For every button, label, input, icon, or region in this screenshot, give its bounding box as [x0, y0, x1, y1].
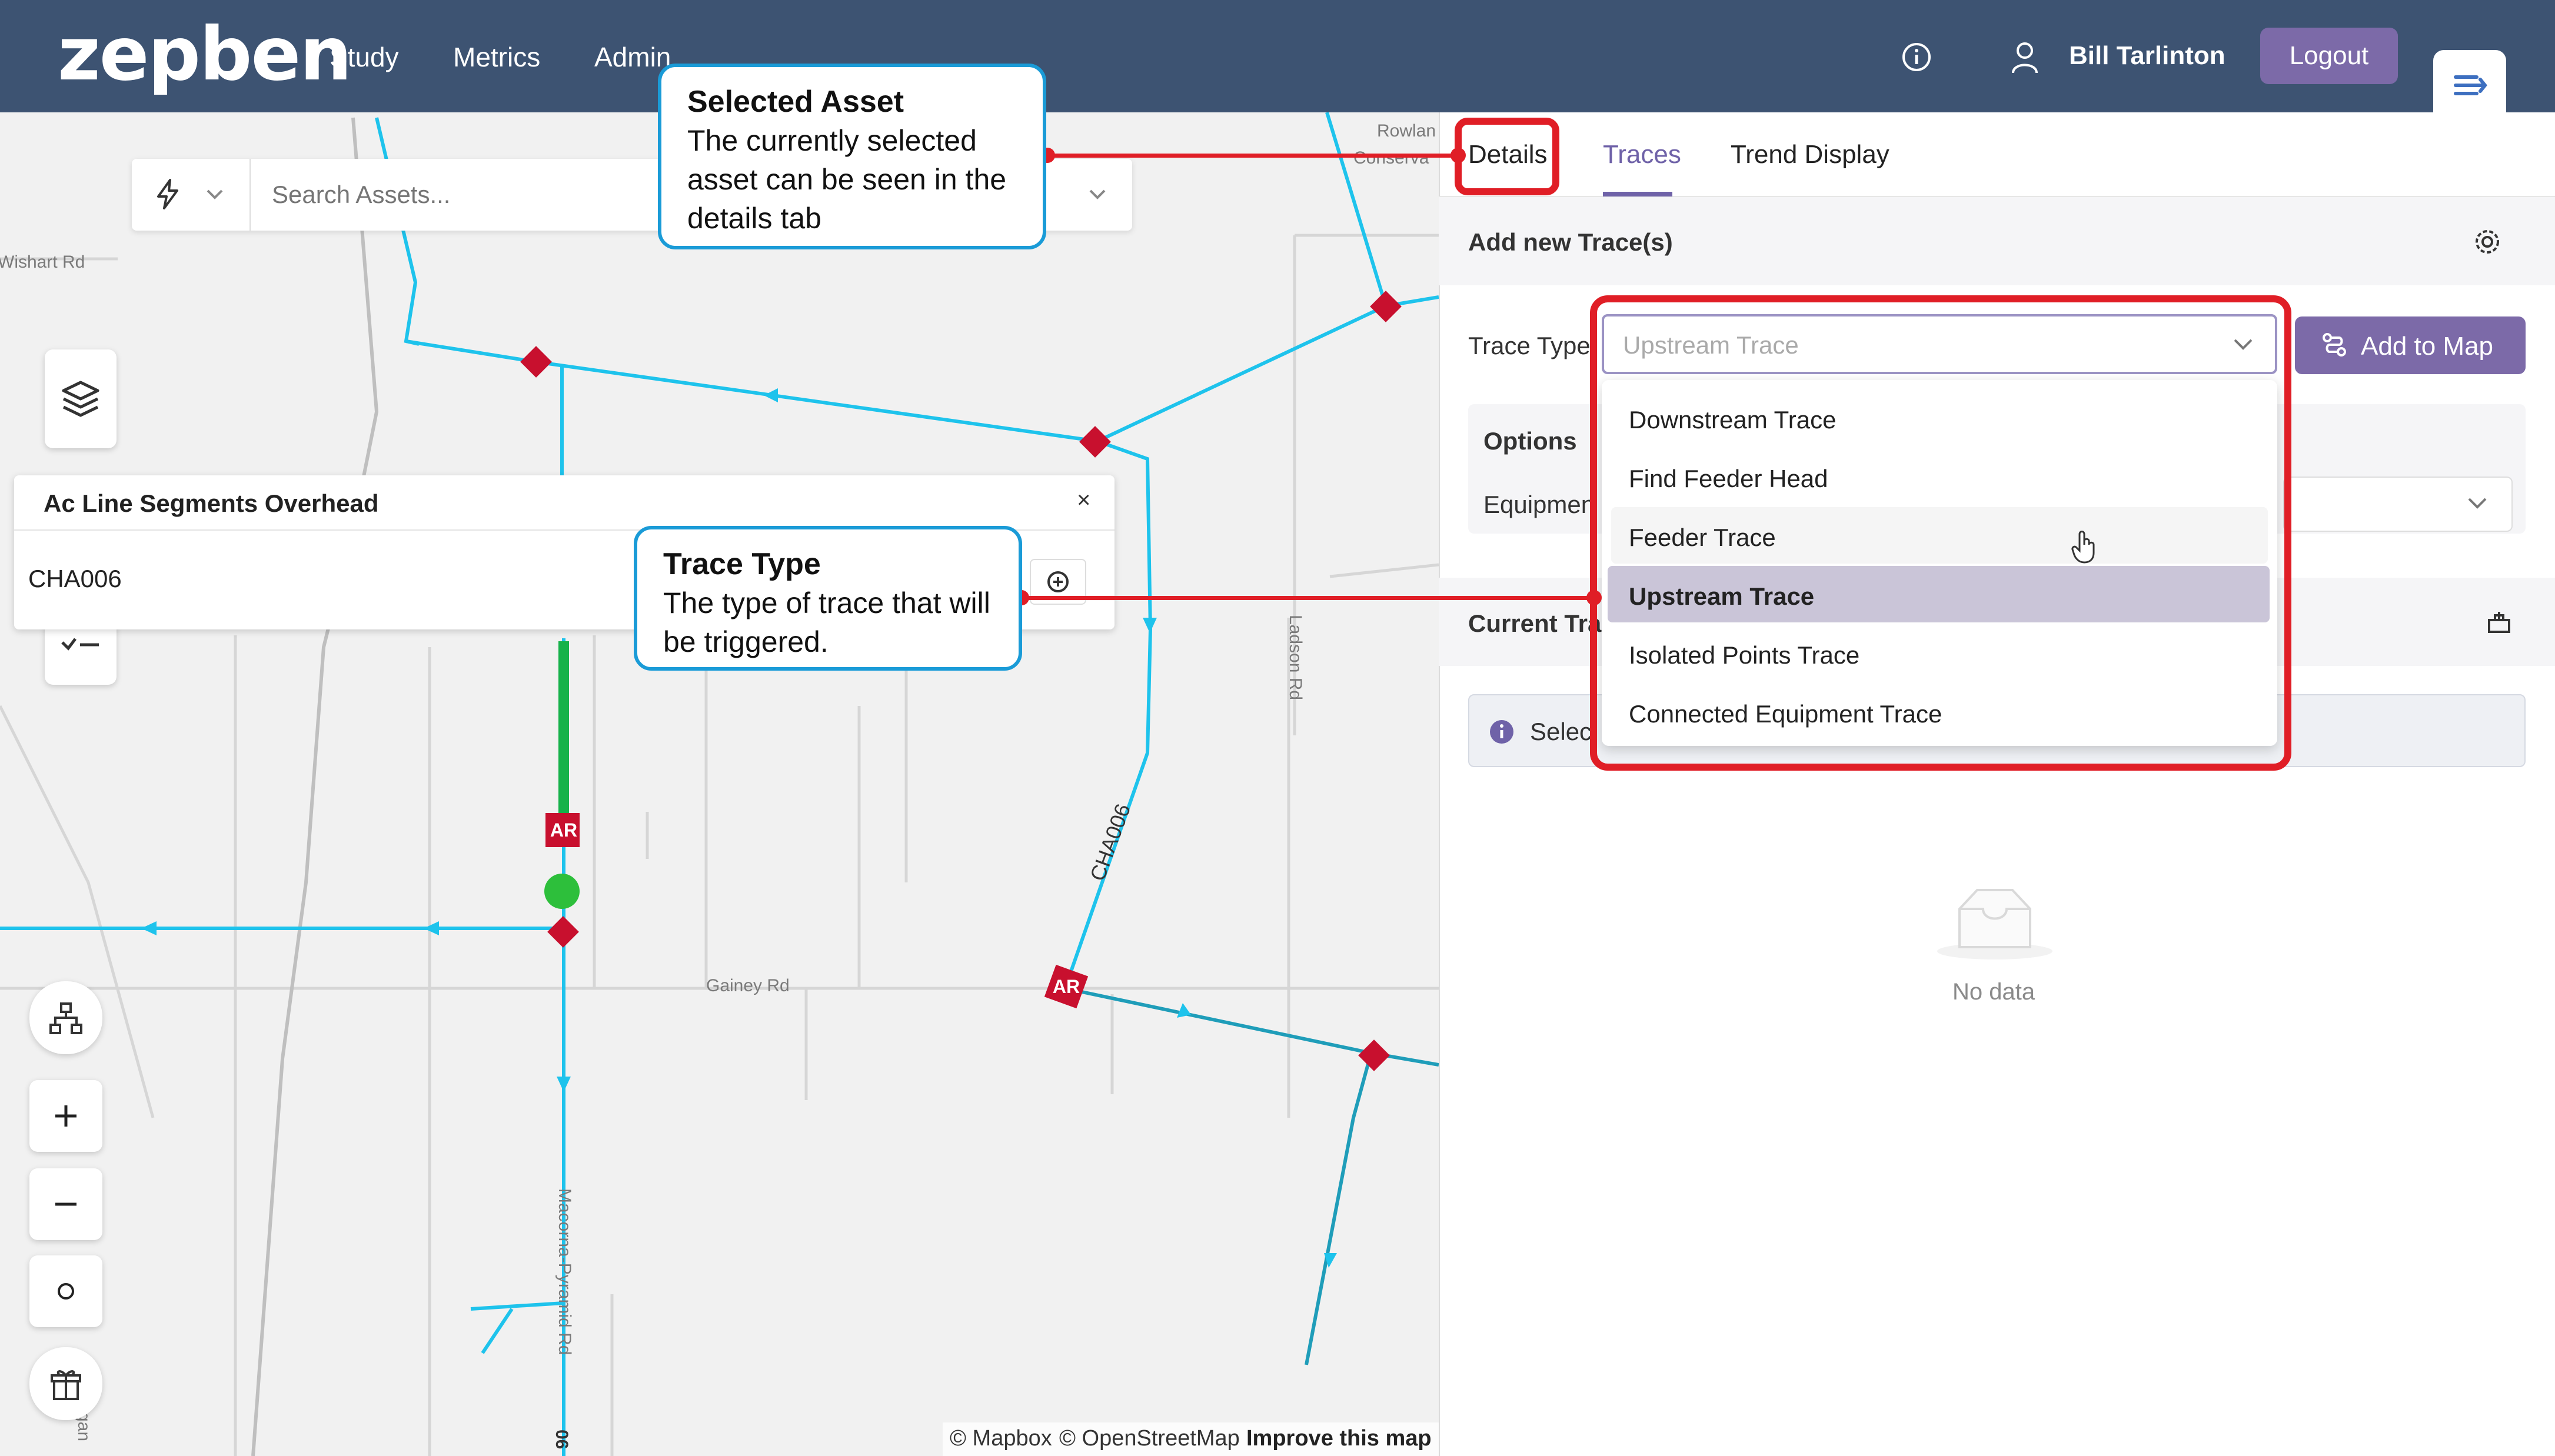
user-icon — [2010, 41, 2040, 74]
map-canvas[interactable]: AR AR Wishart Rd Rowlan Conserva Gainey … — [0, 112, 1439, 1456]
route-icon — [2321, 332, 2347, 358]
connector-dot — [1586, 590, 1602, 605]
no-data-text: No data — [1952, 979, 2035, 1005]
network-view-button[interactable] — [29, 981, 102, 1054]
asset-badge[interactable]: AR — [550, 819, 577, 841]
target-icon — [58, 1283, 74, 1300]
improve-map-link[interactable]: Improve this map — [1246, 1426, 1432, 1451]
layers-button[interactable] — [45, 349, 117, 448]
info-alert-text: Selec — [1530, 718, 1592, 745]
map-network-layer: AR AR Wishart Rd Rowlan Conserva Gainey … — [0, 112, 1439, 1456]
network-tree-icon — [49, 1002, 82, 1034]
chevron-down-icon[interactable] — [2464, 491, 2490, 517]
info-icon — [1489, 719, 1515, 745]
close-icon[interactable]: × — [1077, 487, 1090, 514]
user-name: Bill Tarlinton — [2069, 41, 2225, 70]
collapse-panel-icon — [2454, 75, 2487, 95]
nav-study[interactable]: Study — [330, 41, 399, 73]
osm-attribution[interactable]: © OpenStreetMap — [1059, 1426, 1240, 1451]
layers-icon — [62, 381, 99, 417]
logout-button[interactable]: Logout — [2260, 28, 2398, 84]
tab-traces[interactable]: Traces — [1603, 140, 1681, 169]
callout-body: The currently selected asset can be seen… — [687, 124, 1007, 235]
popup-asset-id[interactable]: CHA006 — [28, 565, 122, 593]
road-label: Wishart Rd — [0, 252, 85, 272]
asset-badge[interactable]: AR — [1053, 976, 1080, 997]
tab-trend-display[interactable]: Trend Display — [1731, 140, 1889, 169]
zoom-out-button[interactable] — [29, 1168, 102, 1240]
lightning-icon[interactable] — [150, 176, 185, 212]
chevron-down-icon[interactable] — [1086, 182, 1109, 206]
road-label: Ladson Rd — [1286, 615, 1305, 700]
search-input[interactable] — [271, 176, 638, 213]
equipment-label: Equipmen — [1483, 491, 1595, 518]
zepben-logo[interactable]: zepben — [58, 12, 352, 97]
nav-metrics[interactable]: Metrics — [453, 41, 540, 73]
callout-connector — [1047, 154, 1455, 158]
callout-title: Trace Type — [663, 547, 821, 581]
gear-icon[interactable] — [2471, 226, 2503, 258]
road-label: Rowlan — [1377, 121, 1436, 141]
clear-traces-icon[interactable] — [2484, 607, 2514, 637]
divider — [249, 159, 251, 231]
popup-title: Ac Line Segments Overhead — [44, 489, 379, 517]
plus-icon — [55, 1105, 76, 1127]
gift-icon — [51, 1370, 81, 1400]
road-label: Gainey Rd — [706, 976, 790, 995]
current-traces-title: Current Tra — [1468, 609, 1602, 637]
whats-new-button[interactable] — [29, 1347, 102, 1420]
callout-body: The type of trace that will be triggered… — [663, 587, 990, 658]
recenter-button[interactable] — [29, 1255, 102, 1327]
road-label: Macorna-Pyramid Rd — [555, 1188, 574, 1355]
chevron-down-icon[interactable] — [203, 182, 227, 206]
callout-connector — [1023, 596, 1593, 600]
mapbox-attribution[interactable]: © Mapbox — [950, 1426, 1052, 1451]
road-label: Conserva — [1353, 148, 1429, 168]
minus-icon — [55, 1202, 76, 1206]
info-icon[interactable] — [1902, 42, 1931, 72]
trace-type-callout: Trace Type The type of trace that will b… — [634, 526, 1022, 671]
options-label: Options — [1483, 427, 1577, 455]
active-tab-indicator — [1603, 192, 1672, 196]
add-to-map-label: Add to Map — [2361, 332, 2494, 361]
feeder-label: CHA006 — [1085, 801, 1135, 884]
trace-type-label: Trace Type — [1468, 332, 1591, 359]
connector-dot — [1451, 148, 1466, 163]
collapse-panel-button[interactable] — [2433, 50, 2506, 115]
road-label: 06 — [552, 1430, 571, 1449]
add-traces-title: Add new Trace(s) — [1468, 228, 1673, 256]
callout-title: Selected Asset — [687, 85, 904, 119]
empty-inbox-icon — [1936, 885, 2054, 962]
nav-admin[interactable]: Admin — [594, 41, 671, 73]
details-tab-highlight — [1455, 118, 1559, 195]
selected-asset-callout: Selected Asset The currently selected as… — [658, 64, 1046, 249]
dropdown-highlight — [1590, 295, 2291, 771]
zoom-in-button[interactable] — [29, 1080, 102, 1152]
